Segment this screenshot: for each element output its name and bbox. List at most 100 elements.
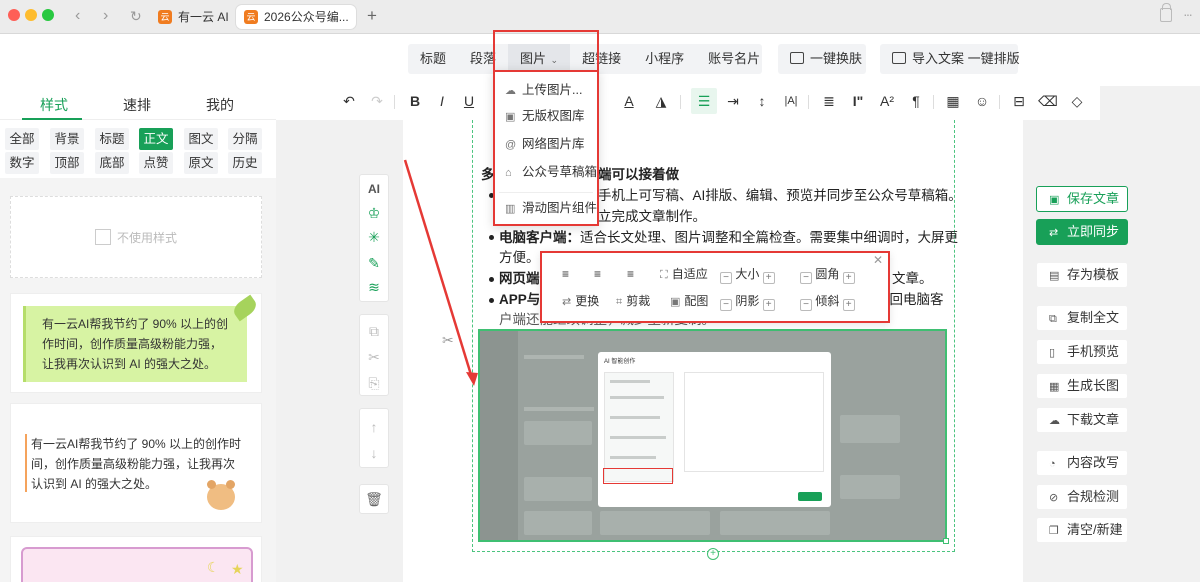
menu-web-gallery[interactable]: @ 网络图片库 bbox=[505, 134, 585, 154]
sparkle-icon[interactable]: ✳ bbox=[359, 226, 389, 248]
copy-all-button[interactable]: ⧉ 复制全文 bbox=[1036, 305, 1128, 331]
clear-new-button[interactable]: ❐ 清空/新建 bbox=[1036, 517, 1128, 543]
browser-tab-2[interactable]: 云 2026公众号编... bbox=[236, 5, 356, 29]
line-height-icon[interactable]: ↕ bbox=[749, 88, 775, 114]
underline-icon[interactable]: U bbox=[456, 88, 482, 114]
minus-icon[interactable]: − bbox=[720, 299, 732, 311]
paragraph-icon[interactable]: ¶ bbox=[903, 88, 929, 114]
download-article-button[interactable]: ☁ 下载文章 bbox=[1036, 407, 1128, 433]
heading-tail: 端可以接着做 bbox=[598, 167, 679, 182]
more-icon[interactable]: ··· bbox=[1183, 6, 1193, 22]
shirt-icon[interactable]: ♔ bbox=[359, 202, 389, 224]
new-tab-icon[interactable]: + bbox=[367, 6, 377, 26]
tab-quick-layout[interactable]: 速排 bbox=[123, 95, 151, 115]
match-image-button[interactable]: ▣ 配图 bbox=[670, 293, 708, 309]
replace-button[interactable]: ⇄ 更换 bbox=[562, 293, 599, 309]
minimize-window-button[interactable] bbox=[25, 9, 37, 21]
style-card[interactable]: ☾ ★ bbox=[10, 536, 262, 582]
category-image-text[interactable]: 图文 bbox=[184, 128, 218, 150]
align-right-icon[interactable]: ≡ bbox=[627, 266, 634, 282]
save-article-button[interactable]: ▣ 保存文章 bbox=[1036, 186, 1128, 212]
insert-title-button[interactable]: 标题 bbox=[408, 44, 458, 74]
plus-icon[interactable]: + bbox=[842, 272, 855, 284]
fit-button[interactable]: ⛶ 自适应 bbox=[660, 266, 708, 282]
browser-tab-1[interactable]: 云 有一云 AI bbox=[150, 5, 228, 29]
style-card[interactable]: 有一云AI帮我节约了 90% 以上的创作时间，创作质量高级粉能力强，让我再次认识… bbox=[10, 293, 262, 393]
cut-icon[interactable]: ✂ bbox=[359, 346, 389, 368]
insert-account-card-button[interactable]: 账号名片 bbox=[696, 44, 772, 74]
wave-icon[interactable]: ≋ bbox=[359, 276, 389, 298]
font-color-icon[interactable]: A bbox=[616, 88, 642, 114]
category-body[interactable]: 正文 bbox=[139, 128, 173, 150]
move-up-icon[interactable]: ↑ bbox=[359, 416, 389, 438]
category-title[interactable]: 标题 bbox=[95, 128, 129, 150]
letter-spacing-icon[interactable]: |A| bbox=[778, 88, 804, 114]
copy-icon[interactable]: ⧉ bbox=[359, 320, 389, 342]
add-section-icon[interactable]: + bbox=[707, 548, 719, 560]
category-top[interactable]: 顶部 bbox=[50, 152, 84, 174]
one-click-skin-button[interactable]: 一键换肤 bbox=[778, 44, 866, 74]
menu-slide-gallery[interactable]: ▥ 滑动图片组件 bbox=[505, 198, 597, 218]
maximize-window-button[interactable] bbox=[42, 9, 54, 21]
divider-insert-icon[interactable]: ⊟ bbox=[1006, 88, 1032, 114]
tab-styles[interactable]: 样式 bbox=[40, 95, 68, 115]
plus-icon[interactable]: + bbox=[762, 272, 775, 284]
resize-handle[interactable] bbox=[943, 538, 949, 544]
insert-miniprogram-button[interactable]: 小程序 bbox=[633, 44, 696, 74]
eraser-icon[interactable]: ◇ bbox=[1064, 88, 1090, 114]
format-painter-icon[interactable]: ⌫ bbox=[1035, 88, 1061, 114]
save-template-button[interactable]: ▤ 存为模板 bbox=[1036, 262, 1128, 288]
crop-button[interactable]: ⌗ 剪裁 bbox=[616, 293, 650, 309]
sync-now-button[interactable]: ⇄ 立即同步 bbox=[1036, 219, 1128, 245]
compliance-check-button[interactable]: ⊘ 合规检测 bbox=[1036, 484, 1128, 510]
bold-icon[interactable]: B bbox=[402, 88, 428, 114]
category-all[interactable]: 全部 bbox=[5, 128, 39, 150]
tab-mine[interactable]: 我的 bbox=[206, 95, 234, 115]
highlight-icon[interactable]: ◮ bbox=[648, 88, 674, 114]
redo-icon[interactable]: ↷ bbox=[364, 88, 390, 114]
category-background[interactable]: 背景 bbox=[50, 128, 84, 150]
indent-icon[interactable]: ⇥ bbox=[720, 88, 746, 114]
forward-icon[interactable]: › bbox=[103, 6, 108, 26]
table-icon[interactable]: ▦ bbox=[940, 88, 966, 114]
category-original[interactable]: 原文 bbox=[184, 152, 218, 174]
no-style-card[interactable]: 不使用样式 bbox=[10, 196, 262, 278]
category-history[interactable]: 历史 bbox=[228, 152, 262, 174]
back-icon[interactable]: ‹ bbox=[75, 6, 80, 26]
menu-upload-image[interactable]: ☁ 上传图片... bbox=[505, 80, 582, 100]
undo-icon[interactable]: ↶ bbox=[336, 88, 362, 114]
category-like[interactable]: 点赞 bbox=[139, 152, 173, 174]
menu-draft-box[interactable]: ⌂ 公众号草稿箱 bbox=[505, 162, 597, 182]
quote-icon[interactable]: I" bbox=[845, 88, 871, 114]
paste-icon[interactable]: ⎘ bbox=[359, 372, 389, 394]
plus-icon[interactable]: + bbox=[842, 299, 855, 311]
align-center-icon[interactable]: ☰ bbox=[691, 88, 717, 114]
align-center-icon[interactable]: ≡ bbox=[594, 266, 601, 282]
close-icon[interactable]: ✕ bbox=[873, 253, 883, 267]
list-icon[interactable]: ≣ bbox=[816, 88, 842, 114]
reload-icon[interactable]: ↻ bbox=[130, 6, 142, 26]
ai-icon[interactable]: AI bbox=[359, 178, 389, 200]
superscript-icon[interactable]: A² bbox=[874, 88, 900, 114]
align-left-icon[interactable]: ≡ bbox=[562, 266, 569, 282]
article-image[interactable]: AI 智能创作 bbox=[478, 329, 947, 542]
minus-icon[interactable]: − bbox=[800, 299, 812, 311]
menu-free-gallery[interactable]: ▣ 无版权图库 bbox=[505, 106, 585, 126]
category-bottom[interactable]: 底部 bbox=[95, 152, 129, 174]
category-divider[interactable]: 分隔 bbox=[228, 128, 262, 150]
trash-icon[interactable]: 🗑 bbox=[359, 488, 389, 510]
import-button[interactable]: 导入文案 一键排版 bbox=[880, 44, 1020, 74]
brush-icon[interactable]: ✎ bbox=[359, 252, 389, 274]
close-window-button[interactable] bbox=[8, 9, 20, 21]
category-number[interactable]: 数字 bbox=[5, 152, 39, 174]
italic-icon[interactable]: I bbox=[429, 88, 455, 114]
emoji-icon[interactable]: ☺ bbox=[969, 88, 995, 114]
long-image-button[interactable]: ▦ 生成长图 bbox=[1036, 373, 1128, 399]
move-down-icon[interactable]: ↓ bbox=[359, 442, 389, 464]
minus-icon[interactable]: − bbox=[800, 272, 812, 284]
mobile-preview-button[interactable]: ▯ 手机预览 bbox=[1036, 339, 1128, 365]
plus-icon[interactable]: + bbox=[762, 299, 775, 311]
minus-icon[interactable]: − bbox=[720, 272, 732, 284]
rewrite-button[interactable]: ◔ 内容改写 bbox=[1036, 450, 1128, 476]
style-card[interactable]: 有一云AI帮我节约了 90% 以上的创作时间，创作质量高级粉能力强，让我再次认识… bbox=[10, 403, 262, 523]
